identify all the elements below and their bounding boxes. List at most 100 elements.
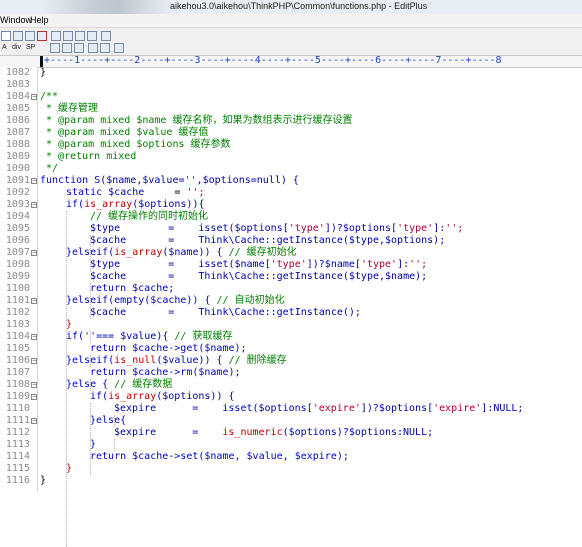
line-number: 1100 — [5, 283, 30, 294]
fold-toggle-icon[interactable]: − — [31, 418, 37, 424]
code-line: // 缓存操作的同时初始化 — [90, 211, 209, 222]
code-line: } — [90, 439, 97, 450]
line-number: 1106 — [5, 355, 30, 366]
fold-toggle-icon[interactable]: − — [31, 358, 37, 364]
code-line: return $cache->get($name); — [90, 343, 247, 354]
line-number: 1101 — [5, 295, 30, 306]
line-number: 1116 — [5, 475, 30, 486]
hex-icon[interactable] — [13, 31, 23, 41]
code-line: } — [66, 463, 73, 474]
fold-toggle-icon[interactable]: − — [31, 298, 37, 304]
code-line: }elseif(is_array($name)) { // 缓存初始化 — [66, 247, 297, 258]
code-line: $type = isset($options['type'])?$options… — [90, 223, 464, 234]
line-number: 1087 — [5, 127, 30, 138]
code-line: function S($name,$value='',$options=null… — [40, 175, 299, 186]
line-number: 1109 — [5, 391, 30, 402]
code-line: }elseif(is_null($value)) { // 删除缓存 — [66, 355, 287, 366]
code-line: $expire = is_numeric($options)?$options:… — [114, 427, 434, 438]
line-number: 1114 — [5, 451, 30, 462]
code-line: } — [40, 475, 47, 486]
code-line: static $cache = ''; — [66, 187, 205, 198]
line-number: 1095 — [5, 223, 30, 234]
line-number: 1094 — [5, 211, 30, 222]
toolbar: A div SP — [0, 28, 582, 56]
line-number: 1091 — [5, 175, 30, 186]
code-line: }elseif(empty($cache)) { // 自动初始化 — [66, 295, 285, 306]
line-number: 1115 — [5, 463, 30, 474]
line-number: 1107 — [5, 367, 30, 378]
fold-toggle-icon[interactable]: − — [31, 334, 37, 340]
code-line: /** — [40, 91, 59, 102]
line-number: 1105 — [5, 343, 30, 354]
code-line: * @param mixed $value 缓存值 — [40, 127, 209, 138]
find-icon[interactable] — [74, 43, 84, 53]
columns-icon[interactable] — [51, 31, 61, 41]
code-line: if(is_array($options)) { — [90, 391, 235, 402]
title-bar: aikehou3.0\aikehou\ThinkPHP\Common\funct… — [0, 0, 582, 14]
help-question-icon[interactable] — [114, 43, 124, 53]
code-line: */ — [40, 163, 59, 174]
code-line: return $cache; — [90, 283, 175, 294]
ruler-text: +----1----+----2----+----3----+----4----… — [44, 55, 502, 66]
code-line: $expire = isset($options['expire'])?$opt… — [114, 403, 524, 414]
code-line: }else { // 缓存数据 — [66, 379, 173, 390]
save-icon[interactable] — [62, 43, 72, 53]
fold-toggle-icon[interactable]: − — [31, 394, 37, 400]
window-icon[interactable] — [88, 43, 98, 53]
list-icon[interactable] — [63, 31, 73, 41]
line-number: 1090 — [5, 163, 30, 174]
code-line: if(''=== $value){ // 获取缓存 — [66, 331, 233, 342]
menu-help[interactable]: Help — [30, 15, 49, 25]
uppercase-icon[interactable] — [25, 31, 35, 41]
menu-bar: Window Help — [0, 14, 582, 28]
code-line: }else{ — [90, 415, 127, 426]
folder-icon[interactable] — [50, 43, 60, 53]
line-number: 1092 — [5, 187, 30, 198]
code-line: return $cache->set($name, $value, $expir… — [90, 451, 349, 462]
browser-icon[interactable] — [75, 31, 85, 41]
line-number-gutter: 1082 1083 1084−1085 1086 1087 1088 1089 1090 109… — [0, 67, 38, 492]
mode-icon[interactable] — [1, 31, 11, 41]
menu-window[interactable]: Window — [0, 15, 32, 25]
fold-toggle-icon[interactable]: − — [31, 94, 37, 100]
code-line: } — [40, 67, 47, 78]
window-title: aikehou3.0\aikehou\ThinkPHP\Common\funct… — [170, 1, 428, 11]
line-number: 1096 — [5, 235, 30, 246]
line-number: 1088 — [5, 139, 30, 150]
spellcheck-icon[interactable] — [37, 31, 47, 41]
tile-icon[interactable] — [100, 43, 110, 53]
fold-toggle-icon[interactable]: − — [31, 382, 37, 388]
indent-guide — [114, 439, 115, 451]
line-number: 1083 — [5, 79, 30, 90]
line-number: 1084 — [5, 91, 30, 102]
line-number: 1111 — [5, 415, 30, 426]
ruler-cursor-marker — [40, 56, 43, 67]
title-bar-blur — [40, 0, 170, 14]
fold-toggle-icon[interactable]: − — [31, 178, 37, 184]
line-number: 1108 — [5, 379, 30, 390]
code-line: * 缓存管理 — [40, 103, 99, 114]
code-editor[interactable]: } /** * 缓存管理 * @param mixed $name 缓存名称，如… — [40, 67, 582, 547]
sp-button[interactable]: SP — [26, 44, 35, 51]
code-line: $cache = Think\Cache::getInstance(); — [90, 307, 361, 318]
fold-toggle-icon[interactable]: − — [31, 202, 37, 208]
code-line: } — [66, 319, 73, 330]
line-number: 1093 — [5, 199, 30, 210]
line-number: 1086 — [5, 115, 30, 126]
cliptext-icon[interactable] — [87, 31, 97, 41]
line-number: 1113 — [5, 439, 30, 450]
font-a-button[interactable]: A — [2, 44, 7, 51]
code-line: $cache = Think\Cache::getInstance($type,… — [90, 271, 428, 282]
code-line: $cache = Think\Cache::getInstance($type,… — [90, 235, 446, 246]
line-number: 1085 — [5, 103, 30, 114]
line-number: 1110 — [5, 403, 30, 414]
code-line: if(is_array($options)){ — [66, 199, 205, 210]
line-number: 1099 — [5, 271, 30, 282]
help-icon[interactable] — [101, 31, 111, 41]
fold-toggle-icon[interactable]: − — [31, 250, 37, 256]
div-button[interactable]: div — [12, 44, 21, 51]
line-number: 1104 — [5, 331, 30, 342]
code-line: return $cache->rm($name); — [90, 367, 241, 378]
code-line: * @param mixed $options 缓存参数 — [40, 139, 231, 150]
line-number: 1112 — [5, 427, 30, 438]
